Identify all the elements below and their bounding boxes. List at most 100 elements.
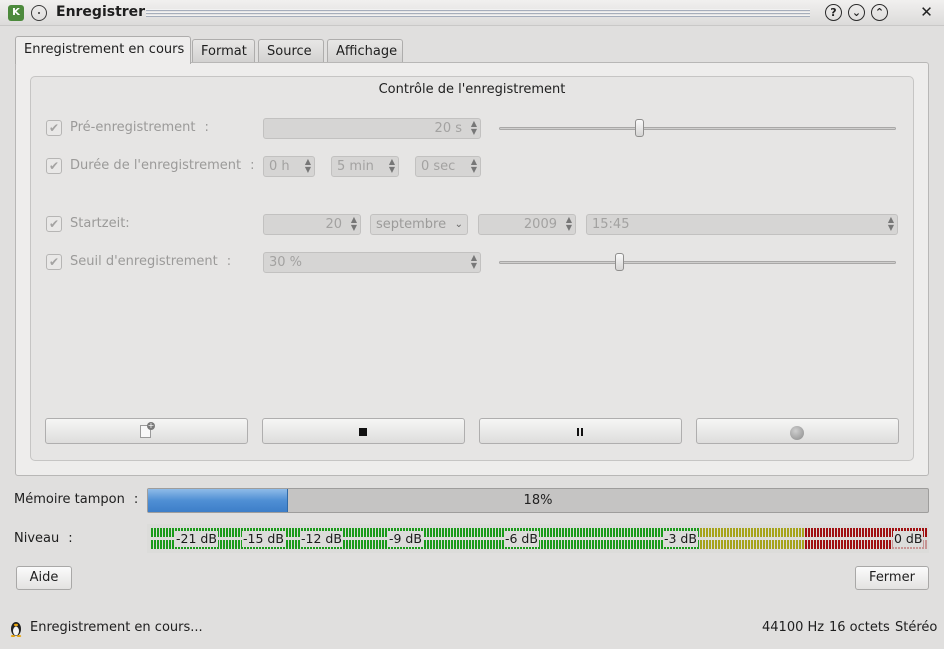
tab-format[interactable]: Format [192,39,255,62]
meter-segment [295,540,297,549]
meter-segment [757,540,759,549]
new-file-button[interactable]: + [45,418,248,444]
meter-segment [376,540,378,549]
meter-segment [154,528,156,537]
app-icon[interactable]: K [8,5,24,21]
maximize-icon[interactable]: ⌃ [871,4,888,21]
meter-segment [361,540,363,549]
meter-segment [748,528,750,537]
meter-segment [379,528,381,537]
start-day-spinbox[interactable]: 20 ▲ ▼ [263,214,361,235]
meter-segment [658,540,660,549]
meter-segment [544,528,546,537]
meter-segment [598,540,600,549]
start-time-checkbox[interactable]: ✔ [46,216,62,232]
title-bar-decoration [146,9,810,17]
duration-seconds-spinbox[interactable]: 0 sec ▲ ▼ [415,156,481,177]
meter-segment [649,540,651,549]
pause-button[interactable] [479,418,682,444]
meter-segment [817,540,819,549]
meter-segment [223,528,225,537]
meter-segment [586,540,588,549]
meter-segment [703,528,705,537]
threshold-spinbox[interactable]: 30 % ▲ ▼ [263,252,481,273]
meter-segment [847,540,849,549]
meter-segment [442,528,444,537]
meter-segment [838,528,840,537]
meter-segment [427,540,429,549]
level-meter: -21 dB -15 dB -12 dB -9 dB -6 dB -3 dB 0… [147,524,929,553]
meter-segment [235,528,237,537]
meter-segment [151,540,153,549]
meter-segment [655,528,657,537]
meter-segment [172,528,174,537]
meter-segment [808,528,810,537]
meter-segment [610,528,612,537]
start-time-spinbox[interactable]: 15:45 ▲ ▼ [586,214,898,235]
meter-segment [736,540,738,549]
record-button[interactable] [696,418,899,444]
close-button[interactable]: Fermer [855,566,929,590]
level-mark: -9 dB [388,531,423,547]
meter-segment [568,528,570,537]
meter-segment [751,528,753,537]
meter-segment [640,528,642,537]
meter-segment [640,540,642,549]
meter-segment [811,528,813,537]
meter-segment [775,528,777,537]
minimize-icon[interactable]: ⌄ [848,4,865,21]
start-month-select[interactable]: septembre ⌄ [370,214,468,235]
pre-record-slider-handle[interactable] [635,119,644,137]
threshold-checkbox[interactable]: ✔ [46,254,62,270]
meter-segment [655,540,657,549]
help-button[interactable]: Aide [16,566,72,590]
duration-minutes-spinbox[interactable]: 5 min ▲ ▼ [331,156,399,177]
meter-segment [343,540,345,549]
meter-segment [496,528,498,537]
meter-segment [445,540,447,549]
meter-segment [769,528,771,537]
tab-display[interactable]: Affichage [327,39,403,62]
meter-segment [730,528,732,537]
meter-segment [373,540,375,549]
help-icon[interactable]: ? [825,4,842,21]
pre-record-checkbox[interactable]: ✔ [46,120,62,136]
tab-recording[interactable]: Enregistrement en cours [15,36,191,64]
meter-segment [832,540,834,549]
pin-icon[interactable] [31,5,47,21]
meter-segment [814,540,816,549]
meter-segment [571,528,573,537]
start-year-spinbox[interactable]: 2009 ▲ ▼ [478,214,576,235]
meter-segment [616,540,618,549]
record-icon [790,426,804,440]
meter-segment [595,540,597,549]
tab-source[interactable]: Source [258,39,324,62]
threshold-slider-handle[interactable] [615,253,624,271]
meter-segment [466,540,468,549]
meter-segment [805,528,807,537]
meter-segment [541,528,543,537]
stop-button[interactable] [262,418,465,444]
pre-record-slider[interactable] [499,127,896,130]
meter-segment [484,528,486,537]
meter-segment [286,528,288,537]
meter-segment [427,528,429,537]
meter-segment [652,528,654,537]
penguin-icon [9,620,23,637]
duration-checkbox[interactable]: ✔ [46,158,62,174]
meter-segment [556,528,558,537]
meter-segment [592,528,594,537]
meter-segment [841,528,843,537]
meter-segment [787,528,789,537]
meter-segment [715,540,717,549]
meter-segment [559,528,561,537]
pre-record-spinbox[interactable]: 20 s ▲ ▼ [263,118,481,139]
meter-segment [727,540,729,549]
threshold-slider[interactable] [499,261,896,264]
meter-segment [856,540,858,549]
meter-segment [169,528,171,537]
close-icon[interactable]: ✕ [918,4,935,21]
meter-segment [559,540,561,549]
meter-segment [775,540,777,549]
duration-hours-spinbox[interactable]: 0 h ▲ ▼ [263,156,315,177]
